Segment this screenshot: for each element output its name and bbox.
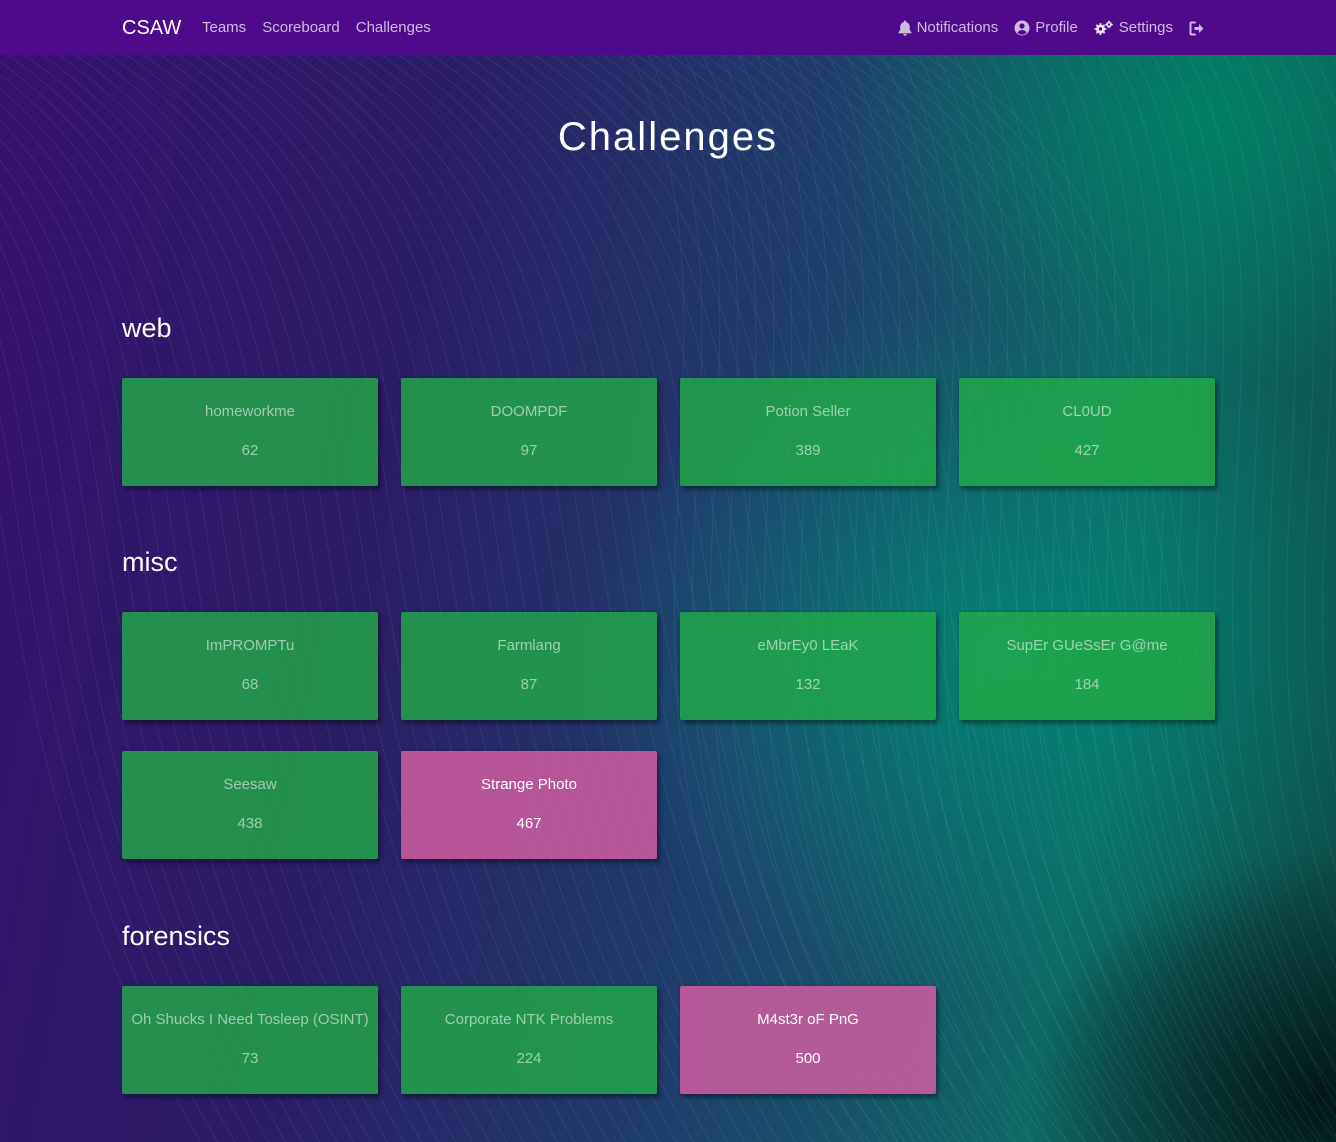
challenge-card[interactable]: homeworkme 62 [122,378,378,486]
background-wave-path [0,55,1336,1142]
challenge-name: homeworkme [204,403,296,420]
challenge-points: 132 [795,676,821,693]
challenge-name: ImPROMPTu [205,637,295,654]
challenge-points: 389 [795,442,821,459]
gears-icon [1094,20,1114,36]
nav-teams-link[interactable]: Teams [202,16,246,40]
challenge-card[interactable]: ImPROMPTu 68 [122,612,378,720]
category-heading-web: web [122,313,172,343]
challenge-card[interactable]: eMbrEy0 LEaK 132 [680,612,936,720]
challenge-card[interactable]: DOOMPDF 97 [401,378,657,486]
challenge-points: 467 [516,815,542,832]
challenge-points: 184 [1074,676,1100,693]
challenge-name: DOOMPDF [490,403,568,420]
user-circle-icon [1014,20,1030,36]
challenge-card[interactable]: Seesaw 438 [122,751,378,859]
challenge-card[interactable]: CL0UD 427 [959,378,1215,486]
challenge-points: 97 [520,442,538,459]
challenge-points: 62 [241,442,259,459]
nav-links: Teams Scoreboard Challenges [202,16,431,40]
logout-button[interactable] [1189,21,1206,36]
challenge-name: Corporate NTK Problems [444,1011,614,1028]
challenge-name: Seesaw [223,776,277,793]
sign-out-icon [1189,21,1206,36]
challenge-card-solved[interactable]: M4st3r oF PnG 500 [680,986,936,1094]
challenge-points: 73 [241,1050,259,1067]
challenge-points: 87 [520,676,538,693]
top-navbar: CSAW Teams Scoreboard Challenges Notific… [0,0,1336,55]
challenge-card[interactable]: Corporate NTK Problems 224 [401,986,657,1094]
challenge-card[interactable]: Farmlang 87 [401,612,657,720]
notifications-link[interactable]: Notifications [898,16,999,40]
nav-user-actions: Notifications Profile Settings [898,16,1206,40]
challenge-points: 427 [1074,442,1100,459]
settings-label: Settings [1118,19,1173,36]
nav-challenges-link[interactable]: Challenges [356,16,431,40]
challenge-name: Farmlang [497,637,561,654]
challenge-name: Strange Photo [481,776,577,793]
profile-label: Profile [1035,19,1078,36]
challenge-points: 68 [241,676,259,693]
challenge-name: CL0UD [1062,403,1112,420]
challenge-card[interactable]: Potion Seller 389 [680,378,936,486]
challenge-name: eMbrEy0 LEaK [757,637,859,654]
category-heading-misc: misc [122,547,178,577]
challenge-name: Potion Seller [765,403,851,420]
challenge-points: 500 [795,1050,821,1067]
settings-link[interactable]: Settings [1094,16,1173,40]
brand-logo[interactable]: CSAW [122,15,181,41]
challenge-card[interactable]: SupEr GUeSsEr G@me 184 [959,612,1215,720]
profile-link[interactable]: Profile [1014,16,1078,40]
category-heading-forensics: forensics [122,921,231,951]
notifications-label: Notifications [916,19,999,36]
challenge-name: Oh Shucks I Need Tosleep (OSINT) [131,1011,369,1028]
page-title: Challenges [557,115,779,159]
challenge-name: SupEr GUeSsEr G@me [1006,637,1168,654]
bell-icon [898,20,912,36]
challenge-points: 438 [237,815,263,832]
challenge-card-solved[interactable]: Strange Photo 467 [401,751,657,859]
background-wave-lines [0,55,1336,1142]
challenge-card[interactable]: Oh Shucks I Need Tosleep (OSINT) 73 [122,986,378,1094]
challenge-points: 224 [516,1050,542,1067]
nav-scoreboard-link[interactable]: Scoreboard [262,16,340,40]
challenge-name: M4st3r oF PnG [757,1011,859,1028]
